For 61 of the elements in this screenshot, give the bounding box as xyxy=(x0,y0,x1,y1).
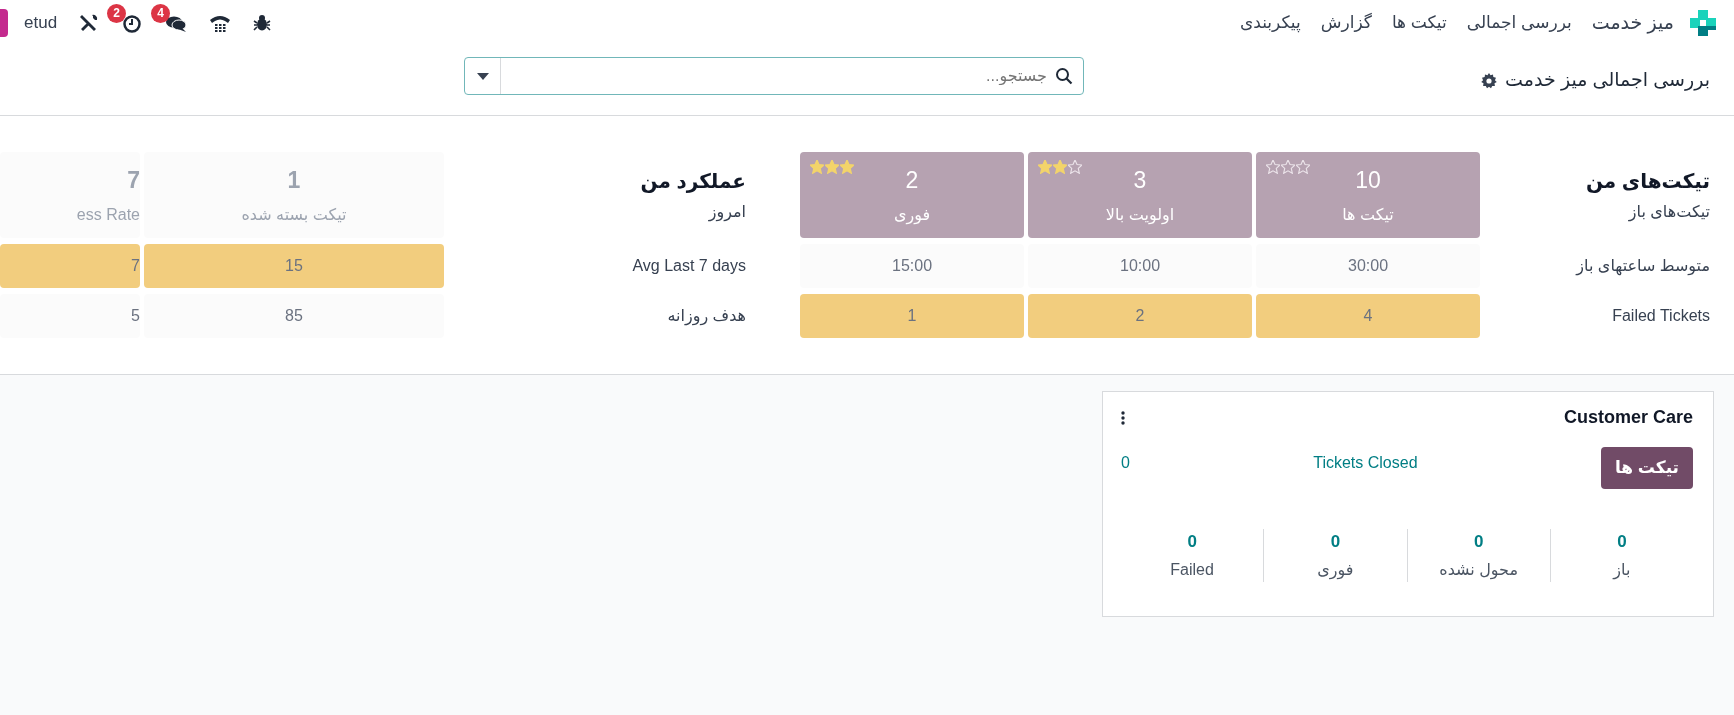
stat-label: باز xyxy=(1611,560,1632,582)
stat-tile[interactable]: 30:00 xyxy=(1256,244,1480,288)
kebab-menu-icon[interactable] xyxy=(1121,410,1125,425)
menu-item[interactable]: بررسی اجمالی xyxy=(1456,10,1582,36)
company-name[interactable]: etud xyxy=(24,10,58,36)
star-icon xyxy=(1296,160,1310,174)
search-bar[interactable]: جستجو... xyxy=(464,57,1084,95)
section-title: تیکت‌های من xyxy=(1584,169,1710,195)
caret-icon[interactable] xyxy=(476,72,489,80)
count-badge: 4 xyxy=(151,4,171,23)
star-icon xyxy=(840,160,854,174)
stat-label: فوری xyxy=(1316,560,1355,582)
stat-tile[interactable]: 5 xyxy=(0,294,140,338)
search-icon[interactable] xyxy=(1055,67,1073,85)
settings-icon[interactable] xyxy=(1481,72,1498,89)
row-label: Avg Last 7 days xyxy=(632,256,746,276)
avatar[interactable] xyxy=(0,9,8,37)
stat-tile[interactable]: 7 ess Rate xyxy=(0,152,140,238)
search-field[interactable]: جستجو... xyxy=(501,58,1049,94)
star-icon xyxy=(825,160,839,174)
stat-tile[interactable]: 10:00 xyxy=(1028,244,1252,288)
tickets-closed-count[interactable]: 0 xyxy=(1121,451,1130,475)
star-icon xyxy=(1281,160,1295,174)
star-icon xyxy=(810,160,824,174)
breadcrumb-title: بررسی اجمالی میز خدمت xyxy=(1505,68,1710,93)
stat-count[interactable]: 0 xyxy=(1550,528,1693,554)
phone-icon[interactable] xyxy=(209,13,232,33)
count-badge: 2 xyxy=(107,4,127,23)
row-label: تیکت‌های باز xyxy=(1627,202,1710,224)
stat-tile[interactable]: 4 xyxy=(1256,294,1480,338)
bug-icon[interactable] xyxy=(253,14,272,32)
clock-icon[interactable] xyxy=(121,13,144,33)
stat-count[interactable]: 0 xyxy=(1407,528,1550,554)
team-title: Customer Care xyxy=(1563,406,1693,429)
menu-item[interactable]: گزارش xyxy=(1310,10,1382,36)
stat-tile[interactable]: 7 xyxy=(0,244,140,288)
menu-item[interactable]: پیکربندی xyxy=(1230,10,1311,36)
app-name-link[interactable]: میز خدمت xyxy=(1581,8,1684,38)
section-title: عملکرد من xyxy=(639,169,746,195)
star-icon xyxy=(1068,160,1082,174)
star-icon xyxy=(1266,160,1280,174)
tickets-button[interactable]: تیکت ها xyxy=(1600,447,1693,489)
row-label: هدف روزانه xyxy=(667,306,746,328)
app-logo-icon[interactable] xyxy=(1690,10,1716,36)
row-label: متوسط ساعتهای باز xyxy=(1576,256,1710,278)
stat-count[interactable]: 0 xyxy=(1264,528,1407,554)
star-icon xyxy=(1053,160,1067,174)
tools-icon[interactable] xyxy=(79,13,100,33)
stat-tile[interactable]: 85 xyxy=(144,294,444,338)
stat-count[interactable]: 0 xyxy=(1121,528,1264,554)
row-label: Failed Tickets xyxy=(1612,306,1710,326)
stat-tile[interactable]: 15 xyxy=(144,244,444,288)
stat-label: محول نشده xyxy=(1438,560,1519,582)
stat-label: Failed xyxy=(1169,560,1215,580)
stat-tile[interactable]: 2 xyxy=(1028,294,1252,338)
tickets-closed-link[interactable]: Tickets Closed xyxy=(1313,451,1418,475)
stat-tile[interactable]: 15:00 xyxy=(800,244,1024,288)
star-icon xyxy=(1038,160,1052,174)
row-label: امروز xyxy=(707,202,746,224)
stat-tile[interactable]: 1 xyxy=(800,294,1024,338)
menu-item[interactable]: تیکت ها xyxy=(1381,10,1457,36)
